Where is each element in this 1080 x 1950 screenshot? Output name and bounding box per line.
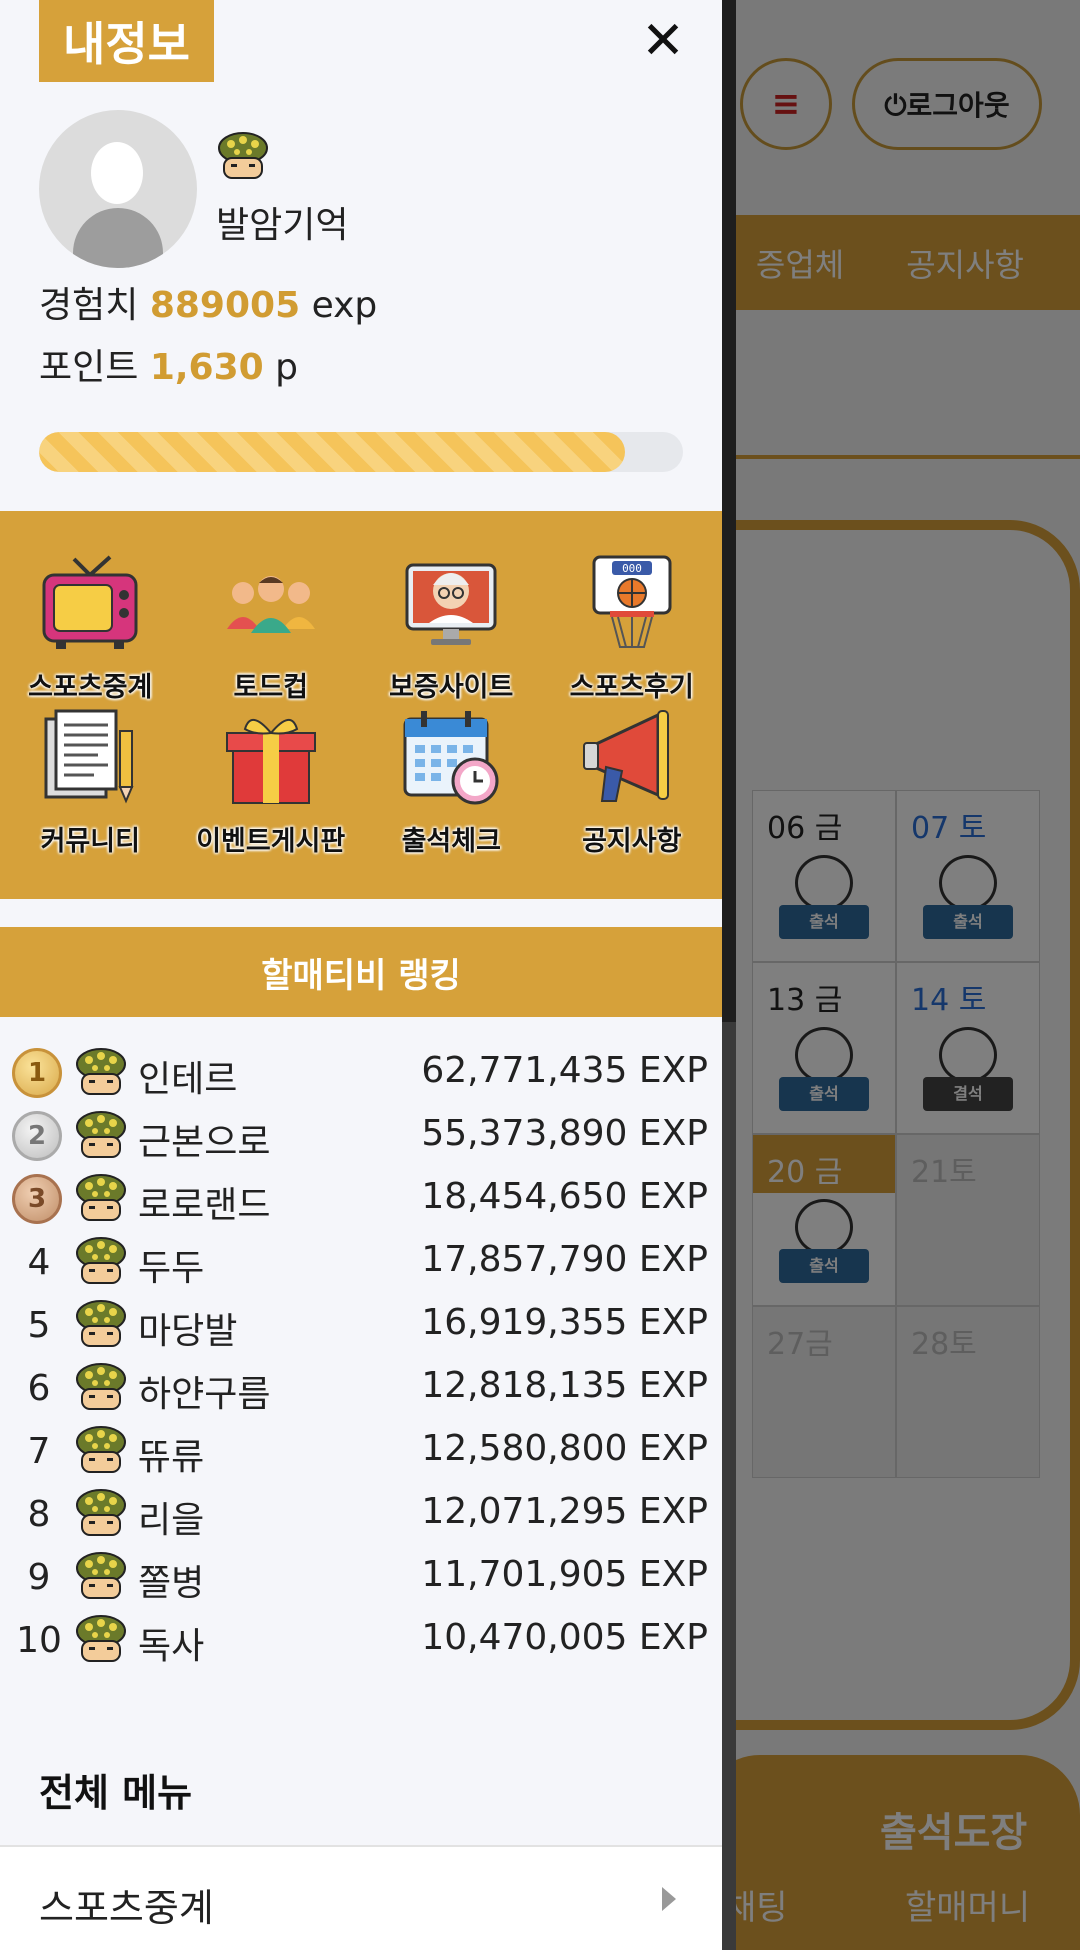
people-icon <box>219 551 323 655</box>
point-label: 포인트 <box>39 347 139 388</box>
avatar <box>39 110 197 268</box>
exp-line: 경험치 889005 exp <box>39 276 377 328</box>
ranking-row[interactable]: 8 리을 12,071,295 EXP <box>0 1481 722 1544</box>
ranking-username: 인테르 <box>138 1059 238 1100</box>
ranking-username: 독사 <box>138 1626 205 1667</box>
megaphone-icon <box>580 705 684 809</box>
ranking-exp: 12,580,800 EXP <box>421 1428 708 1469</box>
exp-label: 경험치 <box>39 285 139 326</box>
quick-menu-label: 출석체크 <box>401 826 501 857</box>
point-value: 1,630 <box>149 347 264 388</box>
ranking-exp: 12,818,135 EXP <box>421 1365 708 1406</box>
all-menu-title: 전체 메뉴 <box>39 1771 193 1815</box>
ranking-header: 할매티비 랭킹 <box>0 927 722 1017</box>
ranking-username: 두두 <box>138 1248 205 1289</box>
documents-icon <box>38 705 142 809</box>
level-badge-icon <box>74 1046 128 1104</box>
quick-menu-item[interactable]: 출석체크 <box>361 705 542 859</box>
ranking-row[interactable]: 3 로로랜드 18,454,650 EXP <box>0 1166 722 1229</box>
quick-menu-item[interactable]: 이벤트게시판 <box>181 705 362 859</box>
ranking-exp: 12,071,295 EXP <box>421 1491 708 1532</box>
bronze-medal-icon: 3 <box>12 1174 62 1224</box>
quick-menu-label: 커뮤니티 <box>40 826 140 857</box>
grandma-monitor-icon <box>399 551 503 655</box>
ranking-row[interactable]: 7 뜌류 12,580,800 EXP <box>0 1418 722 1481</box>
rank-number: 6 <box>27 1367 51 1409</box>
level-badge-icon <box>74 1550 128 1608</box>
level-badge-icon <box>74 1235 128 1293</box>
point-line: 포인트 1,630 p <box>39 338 298 390</box>
ranking-exp: 10,470,005 EXP <box>421 1617 708 1658</box>
ranking-row[interactable]: 5 마당발 16,919,355 EXP <box>0 1292 722 1355</box>
quick-menu-item[interactable]: 토드컵 <box>181 551 362 705</box>
ranking-list: 1 인테르 62,771,435 EXP 2 근본으로 55,373,890 EXP 3 로로… <box>0 1040 722 1670</box>
ranking-row[interactable]: 2 근본으로 55,373,890 EXP <box>0 1103 722 1166</box>
quick-menu-label: 스포츠중계 <box>28 672 153 703</box>
drawer-title: 내정보 <box>39 0 214 82</box>
basketball-hoop-icon: 000 <box>580 551 684 655</box>
rank-number: 9 <box>27 1556 51 1598</box>
rank-number: 4 <box>27 1241 51 1283</box>
ranking-username: 하얀구름 <box>138 1374 271 1415</box>
ranking-row[interactable]: 10 독사 10,470,005 EXP <box>0 1607 722 1670</box>
ranking-exp: 18,454,650 EXP <box>421 1176 708 1217</box>
level-badge-icon <box>74 1109 128 1167</box>
ranking-exp: 55,373,890 EXP <box>421 1113 708 1154</box>
quick-menu-item[interactable]: 보증사이트 <box>361 551 542 705</box>
quick-menu-item[interactable]: 스포츠중계 <box>0 551 181 705</box>
quick-menu-label: 보증사이트 <box>389 672 514 703</box>
quick-menu-grid: 스포츠중계 토드컵 보증사이트 000 스포츠후기커뮤니티 이벤트게시판 출석체크 공지사항 <box>0 511 722 899</box>
ranking-exp: 11,701,905 EXP <box>421 1554 708 1595</box>
ranking-username: 로로랜드 <box>138 1185 271 1226</box>
ranking-exp: 62,771,435 EXP <box>421 1050 708 1091</box>
rank-number: 10 <box>16 1619 62 1661</box>
silver-medal-icon: 2 <box>12 1111 62 1161</box>
quick-menu-label: 이벤트게시판 <box>196 826 346 857</box>
exp-progress-bar <box>39 432 683 472</box>
ranking-row[interactable]: 1 인테르 62,771,435 EXP <box>0 1040 722 1103</box>
quick-menu-label: 스포츠후기 <box>569 672 694 703</box>
gold-medal-icon: 1 <box>12 1048 62 1098</box>
menu-item-sports-broadcast[interactable]: 스포츠중계 <box>0 1847 722 1950</box>
gift-icon <box>219 705 323 809</box>
ranking-exp: 16,919,355 EXP <box>421 1302 708 1343</box>
level-badge-icon <box>74 1298 128 1356</box>
level-badge-icon <box>74 1613 128 1671</box>
quick-menu-label: 토드컵 <box>233 672 309 703</box>
ranking-row[interactable]: 4 두두 17,857,790 EXP <box>0 1229 722 1292</box>
level-badge-icon <box>74 1361 128 1419</box>
ranking-exp: 17,857,790 EXP <box>421 1239 708 1280</box>
quick-menu-item[interactable]: 000 스포츠후기 <box>542 551 723 705</box>
ranking-row[interactable]: 6 하얀구름 12,818,135 EXP <box>0 1355 722 1418</box>
chevron-right-icon <box>662 1887 676 1911</box>
calendar-clock-icon <box>399 705 503 809</box>
ranking-username: 쫄병 <box>138 1563 205 1604</box>
tv-icon <box>38 551 142 655</box>
ranking-row[interactable]: 9 쫄병 11,701,905 EXP <box>0 1544 722 1607</box>
level-badge-icon <box>74 1487 128 1545</box>
rank-number: 5 <box>27 1304 51 1346</box>
level-badge-icon <box>74 1424 128 1482</box>
menu-item-label: 스포츠중계 <box>39 1886 214 1930</box>
quick-menu-label: 공지사항 <box>582 826 682 857</box>
close-icon[interactable]: ✕ <box>640 15 686 67</box>
username: 발암기억 <box>216 205 349 246</box>
rank-number: 7 <box>27 1430 51 1472</box>
level-badge-icon <box>74 1172 128 1230</box>
level-badge-icon <box>216 130 270 188</box>
point-unit: p <box>275 347 299 388</box>
exp-value: 889005 <box>149 285 301 326</box>
quick-menu-item[interactable]: 공지사항 <box>542 705 723 859</box>
ranking-username: 리을 <box>138 1500 205 1541</box>
exp-unit: exp <box>311 285 378 326</box>
ranking-username: 마당발 <box>138 1311 238 1352</box>
drawer-scrollbar-thumb[interactable] <box>722 0 736 1022</box>
ranking-username: 근본으로 <box>138 1122 271 1163</box>
ranking-username: 뜌류 <box>138 1437 205 1478</box>
quick-menu-item[interactable]: 커뮤니티 <box>0 705 181 859</box>
svg-text:000: 000 <box>622 562 642 575</box>
side-drawer: 내정보 ✕ 발암기억 경험치 889005 exp 포인트 1,630 p 스포… <box>0 0 722 1950</box>
rank-number: 8 <box>27 1493 51 1535</box>
exp-progress-fill <box>39 432 626 472</box>
